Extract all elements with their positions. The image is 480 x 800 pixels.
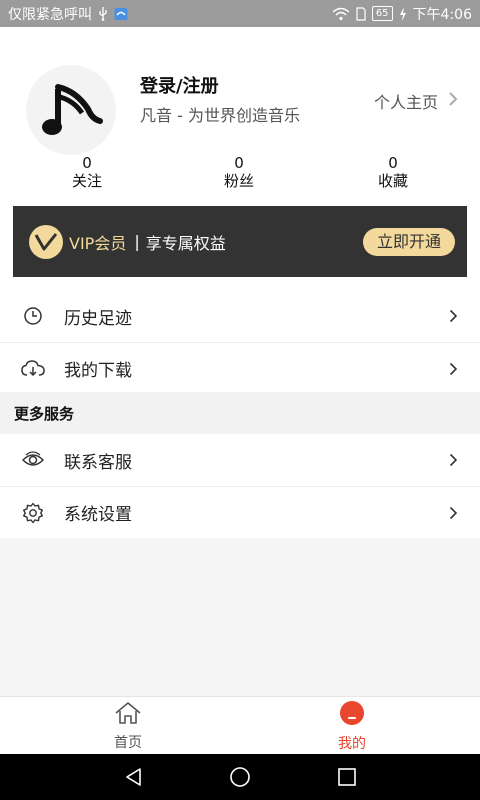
- tab-home-label: 首页: [114, 734, 142, 751]
- menu-item-downloads[interactable]: 我的下载: [0, 342, 480, 394]
- vip-separator: |: [134, 232, 140, 251]
- home-icon: [113, 701, 143, 729]
- chevron-right-icon: [446, 362, 460, 376]
- menu-label: 联系客服: [64, 452, 132, 473]
- recents-square-icon[interactable]: [335, 765, 359, 789]
- menu-item-customer-service[interactable]: 联系客服: [0, 434, 480, 486]
- menu-label: 系统设置: [64, 505, 132, 525]
- menu-label: 历史足迹: [64, 308, 132, 329]
- section-header-more-services: 更多服务: [0, 392, 480, 434]
- menu-main: 历史足迹 我的下载: [0, 290, 480, 394]
- avatar[interactable]: [26, 65, 116, 155]
- clock-icon: [20, 303, 46, 329]
- sim-icon: [356, 6, 366, 21]
- menu-more-services: 联系客服 系统设置: [0, 434, 480, 538]
- stat-favorites[interactable]: 0 收藏: [333, 155, 453, 191]
- tab-mine[interactable]: 我的: [292, 697, 412, 755]
- stat-count: 0: [234, 154, 244, 172]
- menu-item-settings[interactable]: 系统设置: [0, 486, 480, 538]
- cloud-download-icon: [20, 356, 46, 382]
- personal-homepage-label: 个人主页: [373, 93, 438, 112]
- stat-count: 0: [388, 154, 398, 172]
- usb-icon: [98, 6, 108, 21]
- status-bar: 仅限紧急呼叫 65 下午4:06: [0, 0, 480, 27]
- battery-level: 65: [371, 6, 393, 21]
- wifi-icon: [332, 7, 350, 21]
- personal-homepage-link[interactable]: 个人主页: [374, 89, 458, 113]
- login-register-link[interactable]: 登录/注册: [140, 72, 219, 98]
- profile-card: 登录/注册 凡音 - 为世界创造音乐 个人主页 0 关注 0 粉丝 0 收藏 V…: [0, 27, 480, 290]
- vip-logo-icon: [29, 224, 63, 259]
- vip-banner[interactable]: VIP会员 | 享专属权益 立即开通: [13, 206, 467, 277]
- home-circle-icon[interactable]: [228, 765, 252, 789]
- gear-icon: [20, 500, 46, 526]
- menu-label: 我的下载: [64, 361, 132, 381]
- stat-label: 收藏: [377, 172, 408, 190]
- back-icon[interactable]: [122, 765, 146, 789]
- vip-subtitle: 享专属权益: [145, 233, 226, 253]
- tab-home[interactable]: 首页: [68, 697, 188, 755]
- tab-mine-label: 我的: [338, 735, 366, 752]
- menu-item-history[interactable]: 历史足迹: [0, 290, 480, 342]
- stat-follow[interactable]: 0 关注: [27, 155, 147, 191]
- chevron-right-icon: [446, 506, 460, 520]
- chevron-right-icon: [446, 309, 460, 323]
- slogan-text: 凡音 - 为世界创造音乐: [140, 106, 300, 125]
- stat-fans[interactable]: 0 粉丝: [179, 155, 299, 191]
- chevron-right-icon: [446, 453, 460, 467]
- carrier-text: 仅限紧急呼叫: [8, 6, 92, 23]
- user-face-icon: [339, 700, 365, 730]
- charging-icon: [399, 6, 407, 21]
- app-notification-icon: [114, 7, 128, 21]
- music-note-icon: [42, 84, 103, 135]
- stat-label: 关注: [71, 172, 102, 190]
- eye-icon: [20, 447, 46, 473]
- stats-row: 0 关注 0 粉丝 0 收藏: [0, 155, 480, 195]
- system-nav-bar: [0, 754, 480, 800]
- vip-open-button[interactable]: 立即开通: [362, 227, 455, 256]
- bottom-tab-bar: 首页 我的: [0, 696, 480, 754]
- clock-time: 下午4:06: [412, 6, 472, 23]
- stat-label: 粉丝: [223, 172, 254, 190]
- vip-title: VIP会员: [69, 233, 127, 253]
- stat-count: 0: [82, 154, 92, 172]
- chevron-right-icon: [448, 91, 458, 111]
